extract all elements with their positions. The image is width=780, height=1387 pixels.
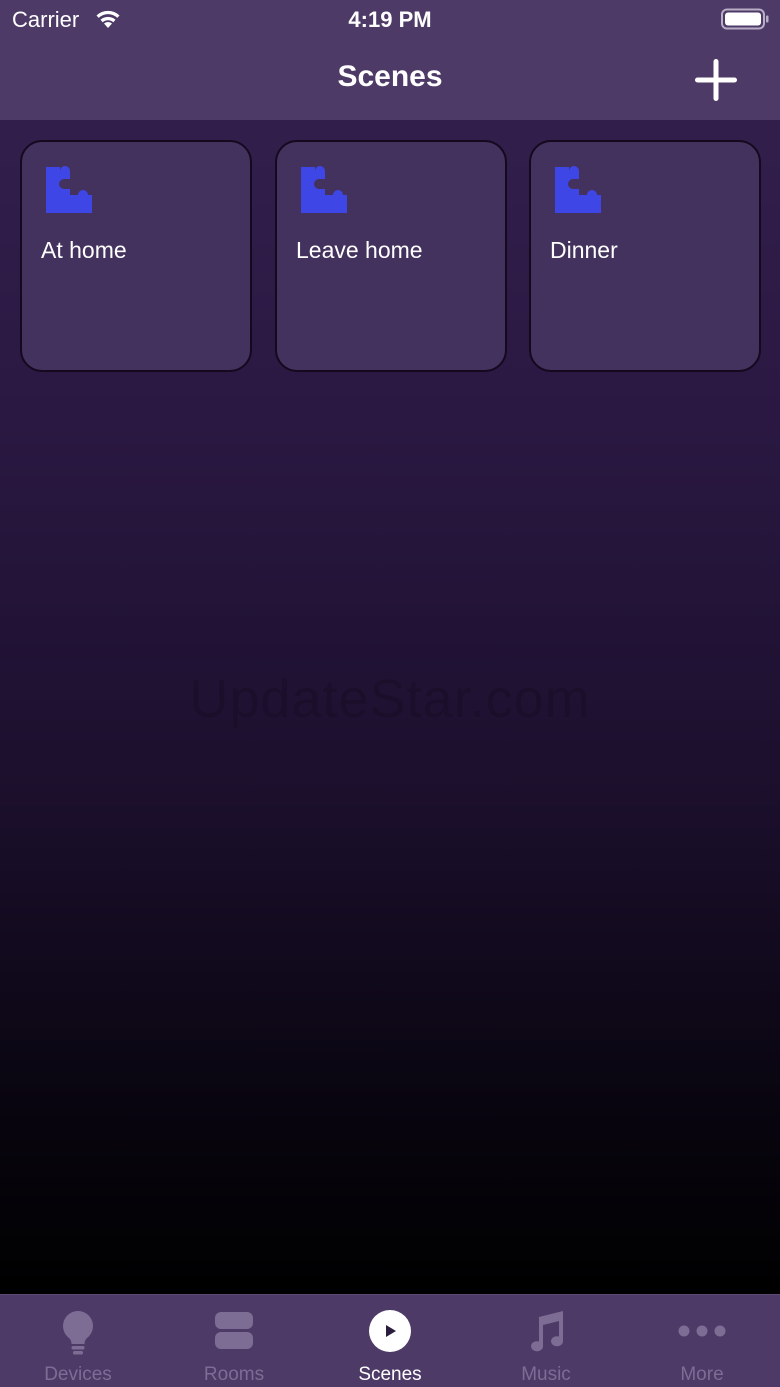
tab-more[interactable]: More	[624, 1295, 780, 1387]
puzzle-piece-icon	[301, 166, 347, 213]
tab-label: Rooms	[203, 1364, 265, 1385]
plus-icon	[695, 59, 737, 101]
tab-bar: Devices Rooms Scenes Music More	[0, 1294, 780, 1387]
battery-icon	[721, 8, 769, 30]
navigation-bar: Scenes	[0, 40, 780, 120]
puzzle-piece-icon	[46, 166, 92, 213]
add-scene-button[interactable]	[692, 56, 740, 104]
clock-label: 4:19 PM	[348, 7, 432, 32]
music-note-icon	[531, 1311, 564, 1352]
scenes-screen: Carrier 4:19 PM Scenes At home Leave hom…	[0, 0, 780, 1387]
watermark: UpdateStar.com	[189, 669, 591, 729]
tab-label: Scenes	[358, 1364, 422, 1385]
puzzle-piece-icon	[555, 166, 601, 213]
status-bar: Carrier 4:19 PM	[0, 0, 780, 40]
rooms-icon	[215, 1312, 253, 1349]
tab-music[interactable]: Music	[468, 1295, 624, 1387]
tab-scenes[interactable]: Scenes	[312, 1295, 468, 1387]
scene-label: Leave home	[296, 237, 423, 263]
scene-label: At home	[41, 237, 127, 263]
scene-label: Dinner	[550, 237, 618, 263]
more-dots-icon	[678, 1325, 726, 1337]
tab-label: More	[680, 1364, 724, 1385]
page-title: Scenes	[337, 60, 443, 93]
lightbulb-icon	[63, 1311, 93, 1355]
tab-label: Music	[521, 1364, 571, 1385]
tab-label: Devices	[44, 1364, 112, 1385]
scene-tile-at-home[interactable]: At home	[20, 140, 252, 372]
play-circle-icon	[369, 1310, 411, 1352]
scene-tile-leave-home[interactable]: Leave home	[275, 140, 507, 372]
scene-tile-dinner[interactable]: Dinner	[529, 140, 761, 372]
tab-devices[interactable]: Devices	[0, 1295, 156, 1387]
tab-rooms[interactable]: Rooms	[156, 1295, 312, 1387]
